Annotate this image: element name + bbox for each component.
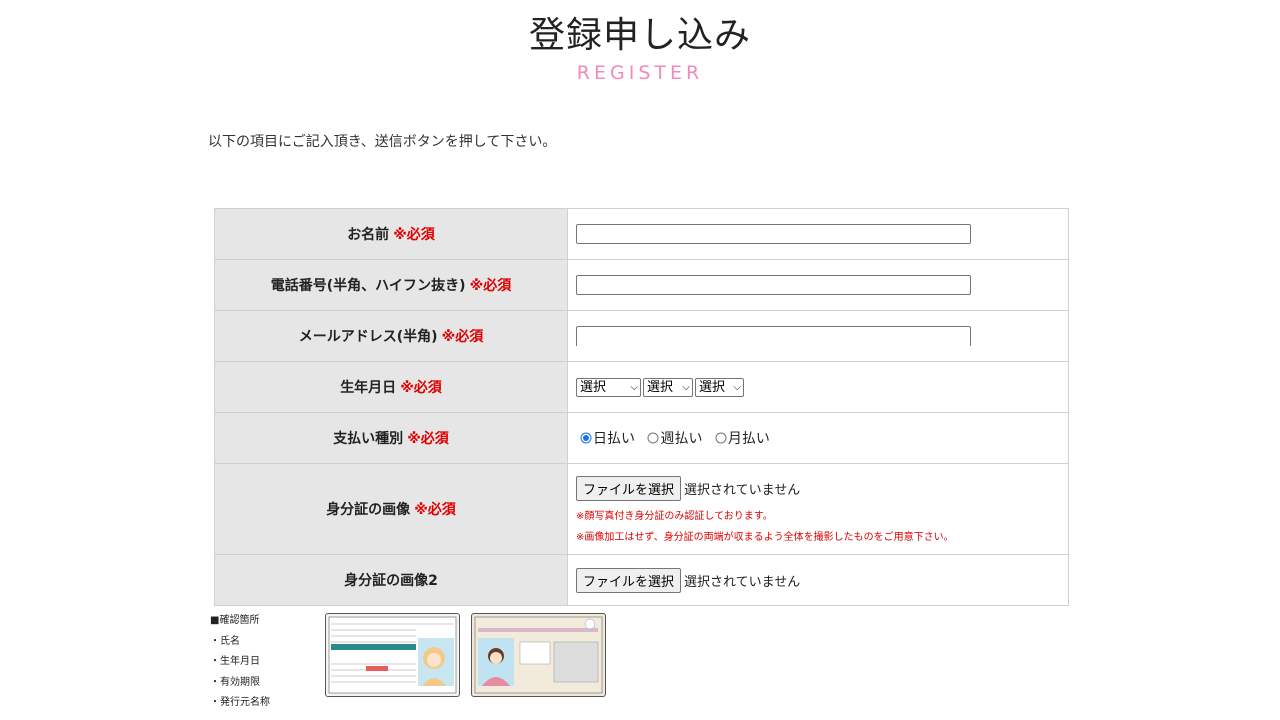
form-row-birth: 生年月日 ※必須 選択 ⌵ 選択 ⌵ 選択 ⌵ bbox=[214, 361, 1069, 413]
name-label: お名前 bbox=[347, 227, 390, 243]
page-subtitle: REGISTER bbox=[576, 62, 704, 84]
birth-day-select[interactable]: 選択 ⌵ bbox=[695, 377, 744, 397]
list-item: ・有効期限 bbox=[210, 676, 260, 688]
chevron-down-icon: ⌵ bbox=[630, 381, 638, 393]
file-status: 選択されていません bbox=[684, 482, 801, 498]
drivers-license-sample-image bbox=[325, 613, 460, 697]
email-input[interactable] bbox=[576, 326, 971, 346]
radio-daily[interactable] bbox=[580, 432, 592, 444]
check-points-heading: ■確認箇所 bbox=[210, 615, 260, 626]
id-image-label: 身分証の画像 bbox=[326, 502, 411, 518]
id-note-1: ※顔写真付き身分証のみ認証しております。 bbox=[576, 510, 773, 522]
radio-monthly-label: 月払い bbox=[727, 431, 770, 447]
required-mark: ※必須 bbox=[400, 380, 442, 396]
birth-year-select[interactable]: 選択 ⌵ bbox=[576, 377, 641, 397]
required-mark: ※必須 bbox=[469, 278, 512, 294]
radio-monthly[interactable] bbox=[715, 432, 727, 444]
form-row-id-image: 身分証の画像 ※必須 ファイルを選択 選択されていません ※顔写真付き身分証のみ認証… bbox=[214, 463, 1069, 555]
birth-label: 生年月日 bbox=[340, 380, 397, 396]
chevron-down-icon: ⌵ bbox=[733, 381, 741, 393]
radio-weekly-label: 週払い bbox=[660, 431, 703, 447]
radio-weekly[interactable] bbox=[647, 432, 659, 444]
name-input[interactable] bbox=[576, 224, 971, 244]
chevron-down-icon: ⌵ bbox=[682, 381, 690, 393]
birth-month-select[interactable]: 選択 ⌵ bbox=[643, 377, 693, 397]
form-row-email: メールアドレス(半角) ※必須 bbox=[214, 310, 1069, 362]
required-mark: ※必須 bbox=[441, 329, 484, 345]
list-item: ・氏名 bbox=[210, 635, 240, 647]
id-note-2: ※画像加工はせず、身分証の両端が収まるよう全体を撮影したものをご用意下さい。 bbox=[576, 531, 954, 543]
id-image2-label: 身分証の画像2 bbox=[344, 573, 438, 589]
form-row-id-image-2: 身分証の画像2 ファイルを選択 選択されていません bbox=[214, 554, 1069, 606]
file-status-2: 選択されていません bbox=[684, 574, 801, 590]
intro-text: 以下の項目にご記入頂き、送信ボタンを押して下さい。 bbox=[208, 134, 557, 150]
required-mark: ※必須 bbox=[414, 502, 456, 518]
form-row-name: お名前 ※必須 bbox=[214, 208, 1069, 260]
mynumber-card-sample-image bbox=[471, 613, 606, 697]
email-label: メールアドレス(半角) bbox=[298, 329, 438, 345]
list-item: ・発行元名称 bbox=[210, 697, 270, 709]
phone-label: 電話番号(半角、ハイフン抜き) bbox=[270, 278, 466, 294]
registration-form: お名前 ※必須 電話番号(半角、ハイフン抜き) ※必須 メールアドレス(半角) ※必須… bbox=[214, 208, 1069, 606]
list-item: ・生年月日 bbox=[210, 656, 260, 668]
phone-input[interactable] bbox=[576, 275, 971, 295]
file-select-button[interactable]: ファイルを選択 bbox=[576, 475, 682, 501]
required-mark: ※必須 bbox=[393, 227, 435, 243]
form-row-phone: 電話番号(半角、ハイフン抜き) ※必須 bbox=[214, 259, 1069, 311]
payment-label: 支払い種別 bbox=[333, 431, 404, 447]
form-row-payment: 支払い種別 ※必須 日払い 週払い 月払い bbox=[214, 412, 1069, 464]
page-title: 登録申し込み bbox=[528, 15, 751, 56]
required-mark: ※必須 bbox=[407, 431, 449, 447]
file-select-button-2[interactable]: ファイルを選択 bbox=[576, 567, 682, 593]
check-points-list: ■確認箇所 ・氏名 ・生年月日 ・有効期限 ・発行元名称 bbox=[210, 611, 270, 714]
radio-daily-label: 日払い bbox=[593, 431, 635, 447]
